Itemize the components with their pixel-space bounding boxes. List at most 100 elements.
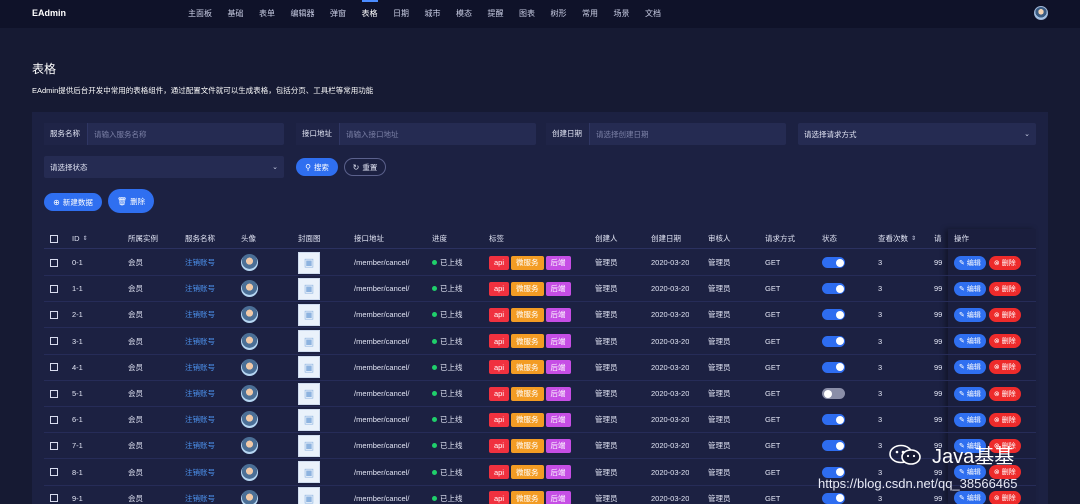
row-checkbox[interactable]	[50, 337, 58, 346]
delete-button[interactable]: ⊗ 删除	[988, 281, 1021, 296]
cover-image[interactable]: ▣	[298, 303, 320, 326]
delete-button[interactable]: ⊗ 删除	[988, 307, 1021, 322]
cover-image[interactable]: ▣	[298, 487, 320, 504]
service-name-input[interactable]	[88, 123, 284, 145]
row-checkbox[interactable]	[50, 415, 58, 424]
delete-button[interactable]: ⊗ 删除	[988, 412, 1021, 427]
row-checkbox[interactable]	[50, 494, 58, 503]
select-all-checkbox[interactable]	[50, 234, 58, 243]
nav-item[interactable]: 模态	[456, 0, 472, 28]
status-toggle[interactable]	[822, 257, 845, 268]
avatar[interactable]	[241, 254, 258, 271]
cover-image[interactable]: ▣	[298, 330, 320, 353]
cover-image[interactable]: ▣	[298, 277, 320, 300]
brand-logo-text[interactable]: EAdmin	[32, 8, 66, 18]
nav-item[interactable]: 主面板	[188, 0, 212, 28]
nav-item[interactable]: 提醒	[488, 0, 504, 28]
row-checkbox[interactable]	[50, 363, 58, 372]
search-button[interactable]: ⚲ 搜索	[296, 158, 338, 176]
row-service-link[interactable]: 注销账号	[185, 329, 215, 354]
row-service-link[interactable]: 注销账号	[185, 433, 215, 458]
delete-button[interactable]: ⊗ 删除	[988, 386, 1021, 401]
row-service-link[interactable]: 注销账号	[185, 486, 215, 504]
status-toggle[interactable]	[822, 361, 845, 373]
nav-item[interactable]: 常用	[582, 0, 598, 28]
row-checkbox[interactable]	[50, 389, 58, 398]
edit-button[interactable]: ✎ 编辑	[954, 334, 986, 349]
row-service-link[interactable]: 注销账号	[185, 355, 215, 380]
edit-button[interactable]: ✎ 编辑	[954, 386, 986, 401]
avatar[interactable]	[241, 411, 258, 429]
row-checkbox[interactable]	[50, 284, 58, 293]
avatar[interactable]	[241, 437, 258, 455]
status-toggle[interactable]	[822, 414, 845, 426]
cover-image[interactable]: ▣	[298, 408, 320, 431]
row-method: GET	[765, 415, 781, 425]
image-icon: ▣	[303, 309, 315, 322]
row-service-link[interactable]: 注销账号	[185, 276, 215, 301]
cover-image[interactable]: ▣	[298, 356, 320, 379]
status-toggle[interactable]	[822, 283, 845, 295]
avatar[interactable]	[241, 358, 258, 376]
status-toggle[interactable]	[822, 492, 845, 504]
row-service-link[interactable]: 注销账号	[185, 381, 215, 406]
cover-image[interactable]: ▣	[298, 461, 320, 484]
nav-item[interactable]: 城市	[425, 0, 441, 28]
column-header-id[interactable]: ID ⇕	[72, 229, 88, 248]
avatar[interactable]	[241, 385, 258, 402]
cover-image[interactable]: ▣	[298, 434, 320, 457]
avatar[interactable]	[241, 306, 258, 324]
row-service-link[interactable]: 注销账号	[185, 250, 215, 275]
avatar[interactable]	[241, 463, 258, 481]
nav-item[interactable]: 表单	[259, 0, 275, 28]
column-header-views[interactable]: 查看次数 ⇕	[878, 229, 916, 248]
reset-button[interactable]: ↻ 重置	[344, 158, 386, 176]
status-toggle[interactable]	[822, 335, 845, 347]
nav-item[interactable]: 日期	[393, 0, 409, 28]
row-service-link[interactable]: 注销账号	[185, 407, 215, 432]
nav-item[interactable]: 表格	[361, 0, 378, 28]
create-date-input[interactable]	[590, 123, 786, 145]
delete-button[interactable]: ⊗ 删除	[988, 491, 1021, 504]
row-checkbox[interactable]	[50, 258, 58, 267]
row-checkbox[interactable]	[50, 310, 58, 319]
row-checkbox[interactable]	[50, 441, 58, 450]
edit-button[interactable]: ✎ 编辑	[954, 360, 986, 375]
row-select-cell	[50, 250, 58, 275]
edit-button[interactable]: ✎ 编辑	[954, 412, 986, 427]
edit-button[interactable]: ✎ 编辑	[954, 281, 986, 296]
edit-button[interactable]: ✎ 编辑	[954, 491, 986, 504]
edit-button[interactable]: ✎ 编辑	[954, 255, 986, 270]
nav-item[interactable]: 树形	[551, 0, 567, 28]
row-checkbox[interactable]	[50, 468, 58, 477]
row-service-link[interactable]: 注销账号	[185, 302, 215, 327]
api-address-input[interactable]	[340, 123, 536, 145]
sort-icon[interactable]: ⇕	[911, 235, 916, 242]
status-toggle[interactable]	[822, 309, 845, 321]
edit-button[interactable]: ✎ 编辑	[954, 307, 986, 322]
avatar[interactable]	[241, 332, 258, 350]
avatar[interactable]	[241, 489, 258, 504]
row-service-link[interactable]: 注销账号	[185, 460, 215, 485]
row-views: 3	[878, 362, 883, 372]
nav-item[interactable]: 文档	[645, 0, 661, 28]
status-toggle[interactable]	[822, 388, 845, 399]
create-data-button[interactable]: ⊕ 新建数据	[44, 193, 102, 211]
nav-item[interactable]: 弹窗	[330, 0, 346, 28]
status-select[interactable]: 请选择状态 ⌄	[44, 156, 284, 178]
delete-button[interactable]: ⊗ 删除	[988, 360, 1021, 375]
user-avatar[interactable]	[1034, 6, 1048, 20]
nav-item[interactable]: 基础	[228, 0, 244, 28]
delete-button[interactable]: ⊗ 删除	[988, 334, 1021, 349]
request-method-select[interactable]: 请选择请求方式 ⌄	[798, 123, 1036, 145]
nav-item[interactable]: 场景	[614, 0, 630, 28]
delete-button[interactable]: ⊗ 删除	[988, 255, 1021, 270]
status-toggle[interactable]	[822, 440, 845, 452]
bulk-delete-button[interactable]: 🗑 删除	[108, 189, 154, 213]
nav-item[interactable]: 图表	[519, 0, 535, 28]
sort-icon[interactable]: ⇕	[83, 235, 88, 242]
avatar[interactable]	[241, 280, 258, 298]
nav-item[interactable]: 编辑器	[291, 0, 315, 28]
cover-image[interactable]: ▣	[298, 382, 320, 405]
cover-image[interactable]: ▣	[298, 251, 320, 274]
